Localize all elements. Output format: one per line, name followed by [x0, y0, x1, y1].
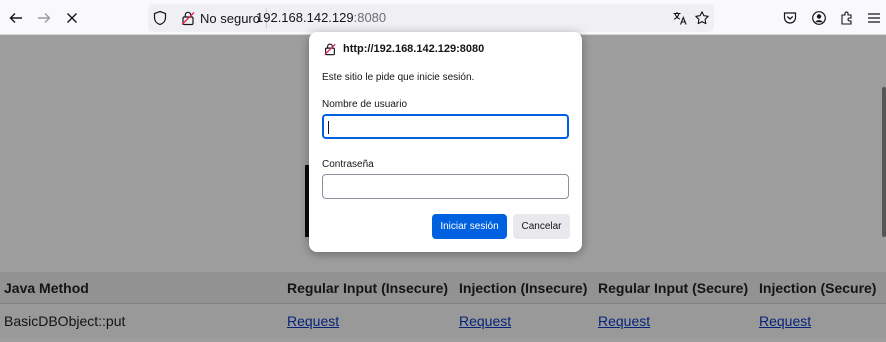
- puzzle-icon: [841, 11, 852, 25]
- tracking-shield-icon[interactable]: [152, 10, 168, 26]
- username-input[interactable]: [322, 114, 569, 139]
- dialog-origin-url: http://192.168.142.129:8080: [343, 43, 485, 55]
- url-text[interactable]: 192.168.142.129:8080: [256, 10, 386, 25]
- url-port: :8080: [353, 10, 387, 25]
- stop-loading-button[interactable]: [60, 6, 84, 30]
- auth-dialog: http://192.168.142.129:8080 Este sitio l…: [309, 32, 582, 252]
- bookmark-star-icon[interactable]: [694, 10, 710, 26]
- account-icon: [812, 11, 826, 25]
- site-security-indicator[interactable]: No seguro: [176, 8, 267, 28]
- dialog-message: Este sitio le pide que inicie sesión.: [322, 72, 475, 83]
- password-label: Contraseña: [322, 159, 374, 170]
- pocket-button[interactable]: [778, 6, 802, 30]
- hamburger-menu-icon: [868, 13, 880, 23]
- dialog-origin: http://192.168.142.129:8080: [323, 42, 484, 56]
- username-label: Nombre de usuario: [322, 99, 408, 110]
- login-button[interactable]: Iniciar sesión: [432, 214, 507, 239]
- cancel-button[interactable]: Cancelar: [513, 214, 570, 239]
- insecure-lock-icon: [324, 43, 336, 56]
- pocket-icon: [783, 12, 797, 24]
- forward-button[interactable]: [32, 6, 56, 30]
- password-input[interactable]: [322, 174, 569, 199]
- back-arrow-icon: [9, 13, 22, 23]
- text-caret: [328, 121, 329, 134]
- menu-button[interactable]: [862, 6, 886, 30]
- forward-arrow-icon: [38, 13, 51, 23]
- url-host: 192.168.142.129: [256, 10, 354, 25]
- insecure-lock-icon: [181, 11, 195, 26]
- account-button[interactable]: [807, 6, 831, 30]
- browser-toolbar: No seguro 192.168.142.129:8080: [0, 0, 886, 35]
- extensions-button[interactable]: [835, 6, 859, 30]
- back-button[interactable]: [4, 6, 28, 30]
- translate-icon[interactable]: [672, 10, 688, 26]
- security-label: No seguro: [200, 10, 260, 26]
- url-bar[interactable]: No seguro 192.168.142.129:8080: [148, 4, 714, 32]
- close-icon: [67, 13, 77, 23]
